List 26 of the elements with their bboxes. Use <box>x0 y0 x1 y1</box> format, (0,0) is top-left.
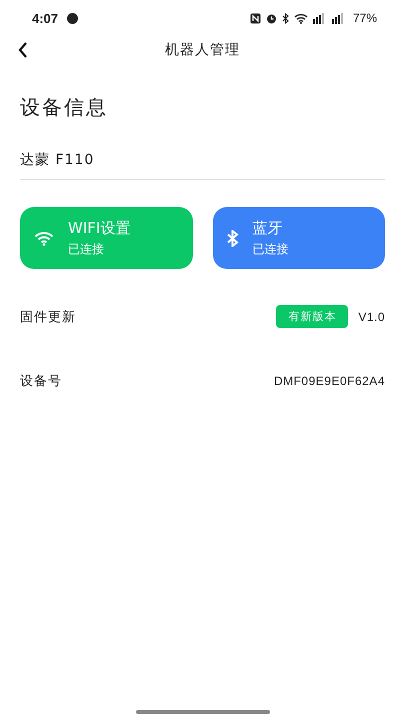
notification-icon <box>67 12 78 24</box>
back-icon <box>18 42 28 58</box>
wifi-icon <box>294 12 308 24</box>
device-id-value: DMF09E9E0F62A4 <box>274 374 385 388</box>
bluetooth-card[interactable]: 蓝牙 已连接 <box>212 207 385 269</box>
connection-status: 已连接 <box>252 240 288 258</box>
bluetooth-icon <box>282 12 289 24</box>
signal-icon <box>312 12 327 24</box>
firmware-label: 固件更新 <box>20 308 76 326</box>
wifi-icon <box>34 230 54 246</box>
device-name: 达蒙 F110 <box>20 151 96 169</box>
card-title: WIFI设置 <box>68 218 130 238</box>
version-text: V1.0 <box>358 310 385 324</box>
new-version-button[interactable]: 有新版本 <box>276 305 348 328</box>
nfc-icon <box>250 12 261 24</box>
connection-status: 已连接 <box>68 240 104 258</box>
page-title: 机器人管理 <box>165 41 240 59</box>
battery-level: 77% <box>352 11 377 25</box>
bluetooth-icon <box>226 230 238 246</box>
status-time: 4:07 <box>32 10 58 26</box>
card-title: 蓝牙 <box>252 218 282 238</box>
device-id-label: 设备号 <box>20 373 62 390</box>
signal-icon <box>332 12 346 24</box>
section-title: 设备信息 <box>20 94 109 121</box>
back-button[interactable] <box>16 40 30 60</box>
wifi-settings-card[interactable]: WIFI设置 已连接 <box>20 207 192 269</box>
